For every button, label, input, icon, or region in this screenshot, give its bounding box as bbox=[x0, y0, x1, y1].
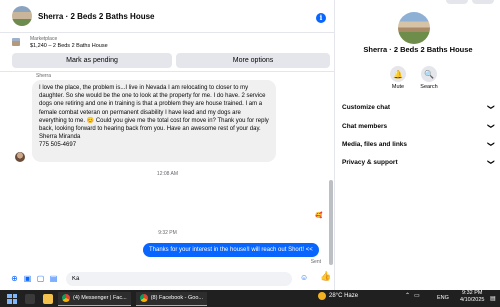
message-thread: Sherra I love the place, the problem is.… bbox=[0, 72, 335, 267]
chevron-down-icon: ❯ bbox=[487, 123, 495, 129]
conversation-title[interactable]: Sherra · 2 Beds 2 Baths House bbox=[38, 12, 154, 21]
network-icon[interactable]: ▭ bbox=[414, 292, 420, 299]
message-input[interactable] bbox=[66, 271, 292, 286]
listing-thumbnail[interactable] bbox=[12, 38, 20, 46]
chat-pane: Sherra · 2 Beds 2 Baths House i Marketpl… bbox=[0, 0, 335, 290]
system-tray: ⌃ ▭ bbox=[405, 292, 420, 299]
sender-name: Sherra bbox=[36, 73, 52, 79]
task-label: (8) Facebook - Goo... bbox=[150, 295, 203, 301]
taskbar-task-messenger[interactable]: (4) Messenger | Fac... bbox=[58, 291, 131, 306]
chat-header: Sherra · 2 Beds 2 Baths House i bbox=[0, 0, 335, 33]
scrollbar[interactable] bbox=[329, 180, 333, 265]
clock[interactable]: 9:32 PM 4/10/2025 bbox=[460, 290, 484, 304]
section-label: Privacy & support bbox=[342, 158, 398, 166]
listing-description[interactable]: $1,240 – 2 Beds 2 Baths House bbox=[30, 43, 108, 49]
conversation-info-panel: Sherra · 2 Beds 2 Baths House 🔔 Mute 🔍 S… bbox=[336, 0, 500, 290]
chevron-down-icon: ❯ bbox=[487, 159, 495, 165]
chrome-icon bbox=[139, 294, 148, 302]
more-options-button[interactable]: More options bbox=[176, 53, 330, 68]
chevron-down-icon: ❯ bbox=[487, 141, 495, 147]
notification-icon[interactable]: ▤ bbox=[490, 295, 496, 302]
sticker-icon[interactable]: ▢ bbox=[36, 274, 45, 283]
taskview-icon[interactable] bbox=[25, 293, 35, 304]
bell-icon: 🔔 bbox=[390, 66, 406, 82]
chevron-down-icon: ❯ bbox=[487, 104, 495, 110]
weather-widget[interactable]: 28°C Haze bbox=[318, 292, 358, 300]
panel-tab[interactable] bbox=[472, 0, 494, 4]
mark-as-pending-button[interactable]: Mark as pending bbox=[12, 53, 172, 68]
search-button[interactable]: 🔍 Search bbox=[414, 66, 444, 90]
windows-start-icon[interactable] bbox=[7, 293, 17, 304]
info-icon[interactable]: i bbox=[316, 13, 326, 23]
conversation-avatar[interactable] bbox=[12, 6, 32, 26]
timestamp: 12:08 AM bbox=[156, 171, 179, 177]
section-label: Media, files and links bbox=[342, 140, 408, 148]
sender-avatar[interactable] bbox=[15, 152, 25, 162]
mute-button[interactable]: 🔔 Mute bbox=[383, 66, 413, 90]
profile-name: Sherra · 2 Beds 2 Baths House bbox=[363, 45, 473, 54]
like-icon[interactable]: 👍 bbox=[320, 271, 331, 282]
chrome-icon bbox=[62, 294, 70, 302]
weather-text: 28°C Haze bbox=[329, 293, 359, 299]
taskbar: (4) Messenger | Fac... (8) Facebook - Go… bbox=[0, 290, 500, 307]
timestamp: 9:32 PM bbox=[158, 230, 177, 236]
mute-label: Mute bbox=[391, 84, 405, 90]
outgoing-message[interactable]: Thanks for your interest in the house!I … bbox=[143, 243, 319, 257]
clock-time: 9:32 PM bbox=[461, 290, 483, 296]
panel-tab[interactable] bbox=[446, 0, 468, 4]
search-icon: 🔍 bbox=[421, 66, 437, 82]
file-explorer-icon[interactable] bbox=[43, 293, 53, 304]
section-media-files[interactable]: Media, files and links ❯ bbox=[342, 137, 494, 151]
emoji-icon[interactable]: ☺ bbox=[300, 273, 308, 282]
section-customize-chat[interactable]: Customize chat ❯ bbox=[342, 100, 494, 114]
clock-date: 4/10/2025 bbox=[460, 297, 485, 303]
composer: ⊕ ▣ ▢ ▤ bbox=[0, 267, 335, 290]
section-privacy-support[interactable]: Privacy & support ❯ bbox=[342, 155, 494, 169]
sent-status: Sent bbox=[310, 259, 321, 265]
incoming-message[interactable]: I love the place, the problem is...I liv… bbox=[32, 80, 276, 162]
signature-phone: 775 505-4697 bbox=[39, 142, 77, 149]
messenger-app: Sherra · 2 Beds 2 Baths House i Marketpl… bbox=[0, 0, 500, 290]
signature-name: Sherra Miranda bbox=[39, 134, 81, 141]
panel-top-buttons bbox=[446, 0, 494, 4]
gif-icon[interactable]: ▤ bbox=[49, 274, 58, 283]
marketplace-bar: Marketplace $1,240 – 2 Beds 2 Baths Hous… bbox=[0, 33, 335, 72]
image-icon[interactable]: ▣ bbox=[23, 274, 32, 283]
reaction-emoji: 🥰 bbox=[315, 213, 323, 219]
section-label: Customize chat bbox=[342, 103, 391, 111]
chevron-up-icon[interactable]: ⌃ bbox=[405, 292, 410, 299]
profile-avatar[interactable] bbox=[398, 12, 430, 44]
sun-icon bbox=[318, 292, 326, 300]
language-indicator[interactable]: ENG bbox=[437, 295, 449, 301]
section-label: Chat members bbox=[342, 122, 388, 130]
incoming-message-text: I love the place, the problem is...I liv… bbox=[39, 85, 269, 133]
taskbar-task-facebook[interactable]: (8) Facebook - Goo... bbox=[135, 291, 207, 306]
plus-icon[interactable]: ⊕ bbox=[10, 274, 19, 283]
section-chat-members[interactable]: Chat members ❯ bbox=[342, 119, 494, 133]
search-label: Search bbox=[420, 84, 438, 90]
task-label: (4) Messenger | Fac... bbox=[73, 295, 127, 301]
marketplace-label: Marketplace bbox=[30, 36, 58, 42]
